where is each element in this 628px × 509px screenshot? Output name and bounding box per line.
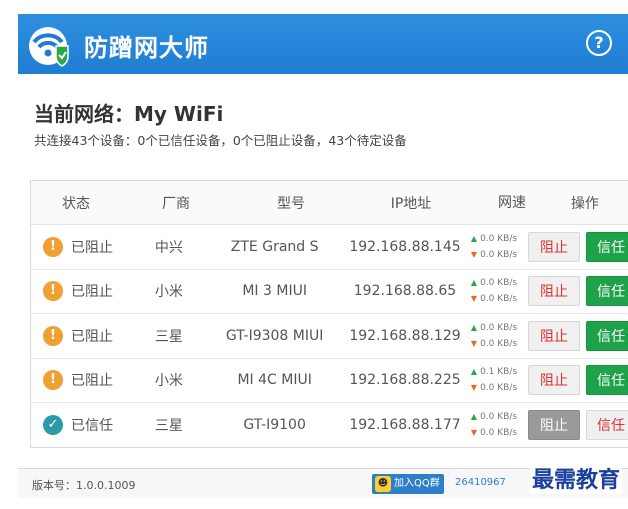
ops-cell: 阻止 信任 <box>526 410 628 441</box>
ops-cell: 阻止 信任 <box>526 365 628 396</box>
trust-button[interactable]: 信任 <box>586 365 628 396</box>
status-text: 已阻止 <box>71 284 113 301</box>
speed-cell: ▲ 0.0 KB/s ▼ 0.0 KB/s <box>469 275 526 307</box>
upload-arrow-icon: ▲ <box>470 322 478 332</box>
ops-cell: 阻止 信任 <box>526 276 628 307</box>
status-text: 已信任 <box>71 418 113 435</box>
model-cell: MI 3 MIUI <box>242 283 307 300</box>
download-arrow-icon: ▼ <box>470 428 478 438</box>
warning-icon: ! <box>43 370 63 391</box>
ip-cell: 192.168.88.177 <box>349 417 461 434</box>
speed-cell: ▲ 0.1 KB/s ▼ 0.0 KB/s <box>469 364 526 396</box>
ops-cell: 阻止 信任 <box>526 231 628 262</box>
upload-arrow-icon: ▲ <box>470 233 478 243</box>
upload-speed: 0.1 KB/s <box>480 367 518 378</box>
vendor-cell: 三星 <box>154 418 183 435</box>
title-bar: 防蹭网大师 ? <box>18 14 628 74</box>
network-label: 当前网络： <box>34 102 134 126</box>
block-button[interactable]: 阻止 <box>528 276 580 307</box>
model-cell: GT-I9100 <box>243 417 306 434</box>
status-cell: ! 已阻止 <box>31 281 130 302</box>
table-row: ✓ 已信任 三星 GT-I9100 192.168.88.177 ▲ 0.0 KB… <box>31 403 628 448</box>
upload-speed: 0.0 KB/s <box>480 322 518 333</box>
header-ip: IP地址 <box>390 195 432 212</box>
upload-arrow-icon: ▲ <box>470 278 478 288</box>
block-button[interactable]: 阻止 <box>528 410 580 441</box>
qq-icon: ☻ <box>375 476 391 492</box>
help-button[interactable]: ? <box>586 30 612 56</box>
warning-icon: ! <box>43 281 63 302</box>
watermark-text: 最需教育 <box>529 462 622 494</box>
table-row: ! 已阻止 小米 MI 3 MIUI 192.168.88.65 ▲ 0.0 KB… <box>31 270 628 314</box>
trust-button[interactable]: 信任 <box>586 410 628 441</box>
speed-cell: ▲ 0.0 KB/s ▼ 0.0 KB/s <box>469 231 526 263</box>
header-model: 型号 <box>277 195 305 212</box>
trust-button[interactable]: 信任 <box>586 276 628 307</box>
upload-speed: 0.0 KB/s <box>480 412 518 423</box>
app-title: 防蹭网大师 <box>84 34 209 62</box>
warning-icon: ! <box>43 325 63 346</box>
check-icon: ✓ <box>43 415 63 436</box>
current-network-title: 当前网络：My WiFi <box>34 98 223 127</box>
table-row: ! 已阻止 三星 GT-I9308 MIUI 192.168.88.129 ▲ 0… <box>31 314 628 359</box>
header-speed: 网速 <box>498 194 526 211</box>
vendor-cell: 三星 <box>154 328 183 345</box>
status-text: 已阻止 <box>71 373 113 390</box>
download-arrow-icon: ▼ <box>470 294 478 304</box>
upload-speed: 0.0 KB/s <box>480 233 518 244</box>
upload-arrow-icon: ▲ <box>470 412 478 422</box>
header-status: 状态 <box>62 195 90 212</box>
download-speed: 0.0 KB/s <box>480 383 518 394</box>
status-cell: ! 已阻止 <box>31 370 130 391</box>
network-summary: 共连接43个设备：0个已信任设备，0个已阻止设备，43个待定设备 <box>34 133 407 148</box>
table-header: 状态 厂商 型号 IP地址 网速 操作 <box>31 181 628 225</box>
table-row: ! 已阻止 小米 MI 4C MIUI 192.168.88.225 ▲ 0.1 … <box>31 359 628 403</box>
speed-cell: ▲ 0.0 KB/s ▼ 0.0 KB/s <box>469 320 526 352</box>
block-button[interactable]: 阻止 <box>528 231 580 262</box>
vendor-cell: 中兴 <box>154 239 183 256</box>
ip-cell: 192.168.88.225 <box>349 372 461 389</box>
version-label: 版本号：1.0.0.1009 <box>32 479 136 492</box>
block-button[interactable]: 阻止 <box>528 365 580 396</box>
status-cell: ✓ 已信任 <box>31 415 130 436</box>
model-cell: MI 4C MIUI <box>237 372 312 389</box>
block-button[interactable]: 阻止 <box>528 320 580 351</box>
header-ops: 操作 <box>571 195 599 212</box>
join-qq-group-button[interactable]: ☻ 加入QQ群 <box>372 474 444 494</box>
download-arrow-icon: ▼ <box>470 383 478 393</box>
warning-icon: ! <box>43 236 63 257</box>
trust-button[interactable]: 信任 <box>586 320 628 351</box>
vendor-cell: 小米 <box>154 284 183 301</box>
speed-cell: ▲ 0.0 KB/s ▼ 0.0 KB/s <box>469 409 526 441</box>
download-speed: 0.0 KB/s <box>480 249 518 260</box>
device-table: 状态 厂商 型号 IP地址 网速 操作 ! 已阻止 中兴 ZTE Grand S… <box>30 180 628 448</box>
model-cell: GT-I9308 MIUI <box>225 327 324 344</box>
ip-cell: 192.168.88.65 <box>353 283 457 300</box>
header-vendor: 厂商 <box>162 195 190 212</box>
vendor-cell: 小米 <box>154 373 183 390</box>
download-speed: 0.0 KB/s <box>480 338 518 349</box>
download-speed: 0.0 KB/s <box>480 294 518 305</box>
download-arrow-icon: ▼ <box>470 249 478 259</box>
qq-group-number[interactable]: 26410967 <box>455 477 506 488</box>
download-arrow-icon: ▼ <box>470 338 478 348</box>
table-row: ! 已阻止 中兴 ZTE Grand S 192.168.88.145 ▲ 0.0… <box>31 225 628 270</box>
trust-button[interactable]: 信任 <box>586 231 628 262</box>
ip-cell: 192.168.88.129 <box>349 327 461 344</box>
ip-cell: 192.168.88.145 <box>349 238 461 255</box>
ops-cell: 阻止 信任 <box>526 320 628 351</box>
status-cell: ! 已阻止 <box>31 325 130 346</box>
join-qq-group-label: 加入QQ群 <box>394 478 440 489</box>
status-cell: ! 已阻止 <box>31 236 130 257</box>
wifi-shield-logo-icon <box>29 27 69 67</box>
model-cell: ZTE Grand S <box>230 238 319 255</box>
status-text: 已阻止 <box>71 328 113 345</box>
network-name: My WiFi <box>134 102 224 126</box>
upload-speed: 0.0 KB/s <box>480 278 518 289</box>
status-text: 已阻止 <box>71 239 113 256</box>
download-speed: 0.0 KB/s <box>480 428 518 439</box>
upload-arrow-icon: ▲ <box>470 367 478 377</box>
